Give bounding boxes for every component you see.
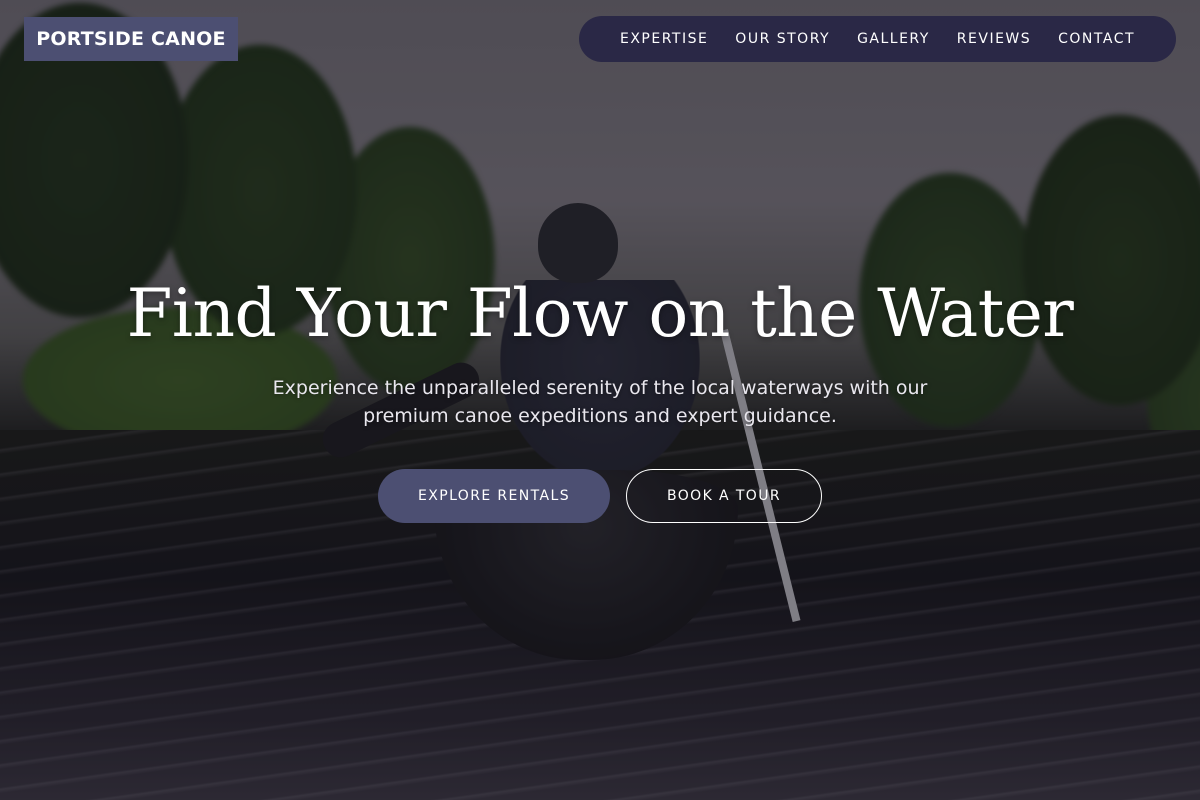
hero-title: Find Your Flow on the Water [126,275,1074,352]
nav-link-reviews[interactable]: REVIEWS [957,31,1031,47]
main-nav: EXPERTISE OUR STORY GALLERY REVIEWS CONT… [579,16,1176,62]
nav-link-expertise[interactable]: EXPERTISE [620,31,708,47]
brand-logo[interactable]: PORTSIDE CANOE [24,17,238,61]
nav-link-gallery[interactable]: GALLERY [857,31,930,47]
nav-link-our-story[interactable]: OUR STORY [735,31,830,47]
book-a-tour-button[interactable]: BOOK A TOUR [626,469,822,523]
nav-link-contact[interactable]: CONTACT [1058,31,1135,47]
hero-subtitle: Experience the unparalleled serenity of … [272,377,928,427]
explore-rentals-button[interactable]: EXPLORE RENTALS [378,469,610,523]
